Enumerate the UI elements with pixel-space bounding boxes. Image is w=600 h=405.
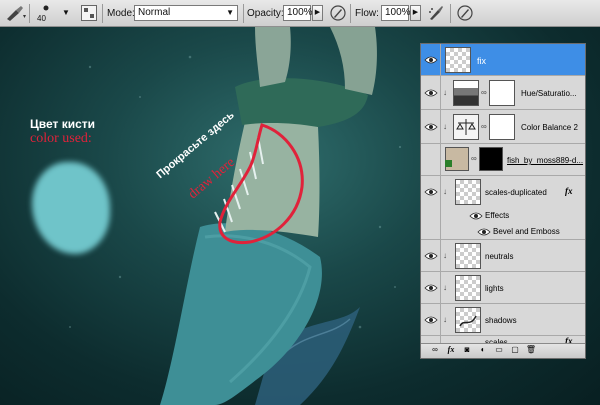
brush-panel-toggle-icon[interactable]	[81, 5, 97, 21]
eye-icon[interactable]	[424, 251, 438, 261]
layer-mask-thumbnail	[479, 147, 503, 171]
hue-saturation-adjustment-icon	[453, 80, 479, 106]
chain-link-icon: ∞	[481, 88, 487, 97]
eye-icon[interactable]	[424, 122, 438, 132]
layer-mask-thumbnail	[489, 80, 515, 106]
layer-name: fish_by_moss889-d...	[507, 156, 584, 165]
layer-row-fix[interactable]: fix	[421, 44, 585, 76]
link-layers-icon[interactable]: ∞	[429, 345, 441, 354]
chain-link-icon: ∞	[481, 122, 487, 131]
add-mask-icon[interactable]: ◙	[461, 345, 473, 354]
opacity-input[interactable]: 100%	[283, 5, 313, 21]
layer-effects-fx-icon[interactable]: fx	[565, 186, 573, 196]
layers-panel: fix ↓ ∞ Hue/Saturatio... ↓ ∞ Color Balan…	[420, 43, 586, 359]
layer-thumbnail	[455, 275, 481, 301]
pressure-opacity-icon[interactable]	[329, 4, 347, 22]
new-layer-icon[interactable]: ▢	[509, 345, 521, 354]
chevron-down-icon[interactable]: ▼	[62, 8, 70, 17]
eye-icon[interactable]	[424, 55, 438, 65]
layer-name: Hue/Saturatio...	[521, 89, 577, 98]
clip-arrow-icon: ↓	[443, 187, 447, 196]
eye-icon[interactable]	[424, 88, 438, 98]
layer-name: lights	[485, 284, 504, 293]
options-bar: 40 ▼ Mode: Normal ▼ Opacity: 100% ▶ Flow…	[0, 0, 600, 27]
clip-arrow-icon: ↓	[443, 315, 447, 324]
layer-thumbnail	[445, 47, 471, 73]
layer-row-fish[interactable]: ∞ fish_by_moss889-d...	[421, 144, 585, 176]
clip-arrow-icon: ↓	[443, 251, 447, 260]
opacity-label: Opacity:	[247, 8, 284, 19]
chain-link-icon: ∞	[471, 154, 477, 163]
add-layer-style-icon[interactable]: fx	[445, 345, 457, 354]
layer-row-shadows[interactable]: ↓ shadows	[421, 304, 585, 336]
layer-thumbnail	[455, 243, 481, 269]
layer-thumbnail	[445, 147, 469, 171]
mode-value: Normal	[138, 7, 171, 18]
layer-row-neutrals[interactable]: ↓ neutrals	[421, 240, 585, 272]
brush-color-label-ru: Цвет кисти	[30, 117, 96, 131]
new-group-icon[interactable]: ▭	[493, 345, 505, 354]
smart-object-badge-icon	[445, 160, 452, 167]
new-adjustment-layer-icon[interactable]: ◐	[477, 345, 489, 354]
clip-arrow-icon: ↓	[443, 122, 447, 131]
layer-row-lights[interactable]: ↓ lights	[421, 272, 585, 304]
brush-color-label-en: color used:	[30, 131, 92, 146]
eye-icon[interactable]	[424, 315, 438, 325]
layer-name: scales-duplicated	[485, 188, 547, 197]
layer-name: fix	[477, 56, 486, 66]
layer-thumbnail	[455, 179, 481, 205]
effect-name: Bevel and Emboss	[493, 227, 560, 236]
brush-tool-icon[interactable]	[4, 5, 26, 21]
layer-effects-row[interactable]: Effects	[421, 208, 585, 224]
eye-icon[interactable]	[424, 187, 438, 197]
bevel-emboss-effect-row[interactable]: Bevel and Emboss	[421, 224, 585, 240]
layer-row-scales-duplicated[interactable]: ↓ scales-duplicated fx	[421, 176, 585, 208]
mode-label: Mode:	[107, 8, 135, 19]
eye-icon[interactable]	[477, 227, 491, 237]
clip-arrow-icon: ↓	[443, 283, 447, 292]
eye-icon[interactable]	[424, 283, 438, 293]
layer-row-color-balance[interactable]: ↓ ∞ Color Balance 2	[421, 110, 585, 144]
flow-slider-button[interactable]: ▶	[410, 5, 421, 21]
layers-panel-toolbar: ∞ fx ◙ ◐ ▭ ▢ 🗑	[421, 343, 585, 358]
airbrush-icon[interactable]	[427, 4, 445, 22]
trash-icon[interactable]: 🗑	[525, 345, 537, 354]
brush-size-value: 40	[37, 14, 46, 23]
layer-row-hue-saturation[interactable]: ↓ ∞ Hue/Saturatio...	[421, 76, 585, 110]
effects-label: Effects	[485, 211, 510, 220]
opacity-slider-button[interactable]: ▶	[312, 5, 323, 21]
chevron-down-icon: ▼	[226, 8, 234, 17]
clip-arrow-icon: ↓	[443, 88, 447, 97]
layer-name: shadows	[485, 316, 517, 325]
mode-select[interactable]: Normal ▼	[134, 5, 238, 21]
flow-label: Flow:	[355, 8, 379, 19]
layer-name: Color Balance 2	[521, 123, 578, 132]
pressure-size-icon[interactable]	[456, 4, 474, 22]
color-balance-adjustment-icon	[453, 114, 479, 140]
flow-value: 100%	[385, 7, 411, 18]
eye-icon[interactable]	[469, 211, 483, 221]
opacity-value: 100%	[287, 7, 313, 18]
flow-input[interactable]: 100%	[381, 5, 411, 21]
layer-thumbnail	[455, 307, 481, 333]
layer-mask-thumbnail	[489, 114, 515, 140]
layer-name: neutrals	[485, 252, 514, 261]
